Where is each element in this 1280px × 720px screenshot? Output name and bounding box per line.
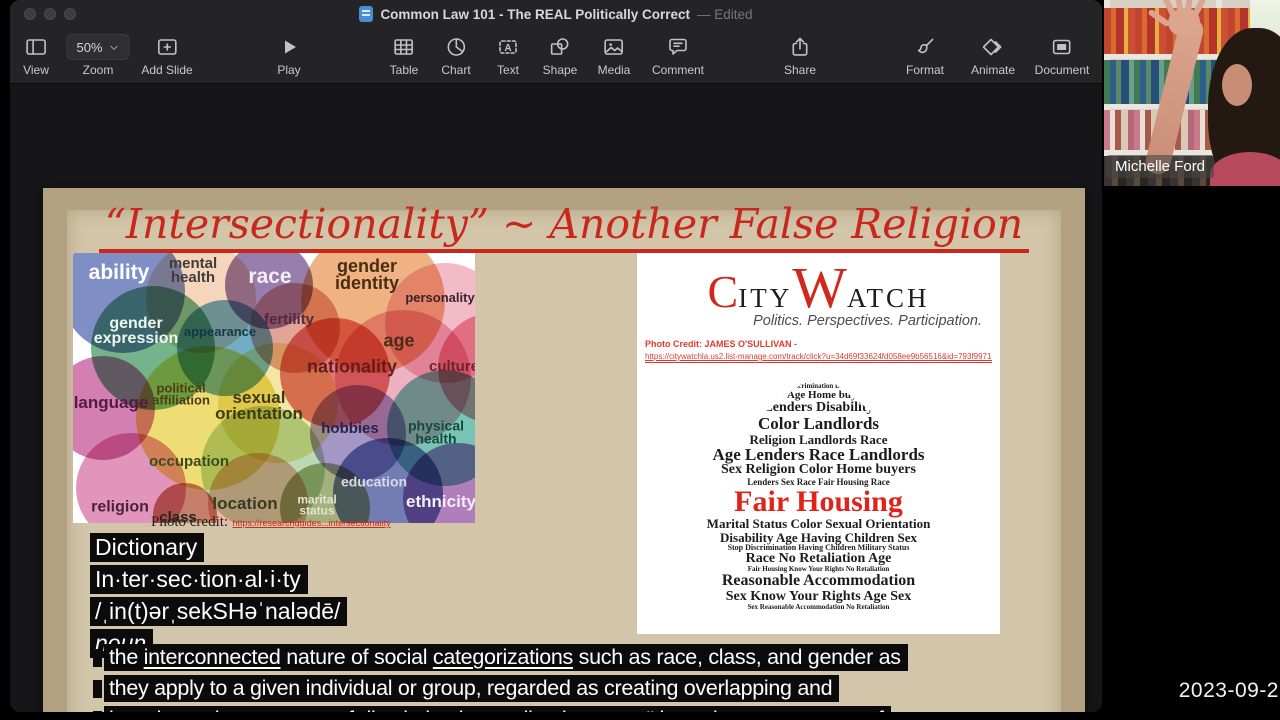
dictionary-line: /ˌin(t)ərˌsekSHəˈnalədē/ bbox=[90, 597, 348, 629]
definition-block[interactable]: the interconnected nature of social cate… bbox=[93, 643, 1083, 712]
toolbar-table[interactable]: Table bbox=[390, 34, 418, 77]
definition-line: interdependent systems of discrimination… bbox=[93, 705, 1083, 712]
wordcloud-line: Sex Religion Color Home buyers bbox=[721, 462, 916, 478]
citywatch-image[interactable]: CITYWATCH Politics. Perspectives. Partic… bbox=[637, 253, 1000, 634]
toolbar-comment[interactable]: Comment bbox=[652, 34, 704, 77]
shape-icon bbox=[548, 34, 572, 60]
wordcloud-line: Color Landlords bbox=[757, 414, 880, 434]
venn-label: location bbox=[212, 493, 278, 513]
citywatch-logo: CITYWATCH bbox=[707, 255, 930, 320]
toolbar-zoom[interactable]: 50% Zoom bbox=[66, 34, 130, 77]
participant-face bbox=[1222, 64, 1252, 106]
toolbar-format[interactable]: Format bbox=[906, 34, 944, 77]
play-icon bbox=[277, 34, 301, 60]
video-conference-panel: Michelle Ford 2023-09-2 bbox=[1104, 0, 1280, 720]
document-icon-titlebar bbox=[359, 6, 374, 22]
participant-name-label: Michelle Ford bbox=[1106, 155, 1215, 178]
dictionary-line: In·ter·sec·tion·al·i·ty bbox=[90, 565, 347, 597]
definition-line: the interconnected nature of social cate… bbox=[93, 643, 1083, 674]
wordcloud-line: Age Lenders Race Landlords bbox=[712, 445, 925, 465]
definition-line: they apply to a given individual or grou… bbox=[93, 674, 1083, 705]
venn-label: personality bbox=[405, 289, 475, 305]
edited-label: — Edited bbox=[697, 6, 753, 22]
fair-housing-wordcloud: Stop Discrimination Disability Age Age Ho… bbox=[674, 371, 963, 623]
wordcloud-line: Sex Reasonable Accommodation No Retaliat… bbox=[747, 603, 890, 612]
toolbar: View 50% Zoom Add Slide Play Table Chart A Text S… bbox=[10, 28, 1102, 84]
svg-text:A: A bbox=[504, 43, 511, 54]
venn-label: political affiliation bbox=[152, 380, 210, 408]
keynote-window: Common Law 101 - The REAL Politically Co… bbox=[10, 0, 1102, 712]
toolbar-document[interactable]: Document bbox=[1035, 34, 1089, 77]
citywatch-photo-credit: Photo Credit: JAMES O'SULLIVAN - bbox=[645, 339, 797, 349]
wordcloud-line: Reasonable Accommodation bbox=[721, 572, 916, 590]
citywatch-credit-link[interactable]: https://citywatchla.us2.list-manage.com/… bbox=[645, 352, 992, 363]
toolbar-text[interactable]: A Text bbox=[496, 34, 520, 77]
toolbar-share[interactable]: Share bbox=[784, 34, 816, 77]
view-icon bbox=[24, 34, 48, 60]
venn-label: sexual orientation bbox=[215, 387, 303, 423]
table-icon bbox=[392, 34, 416, 60]
venn-label: nationality bbox=[306, 356, 398, 377]
wordcloud-line: Lenders Disability bbox=[763, 400, 874, 416]
venn-label: ability bbox=[88, 261, 150, 285]
venn-photo-credit: Photo credit: https://researchguides...i… bbox=[151, 514, 391, 530]
animate-icon bbox=[981, 34, 1005, 60]
toolbar-animate[interactable]: Animate bbox=[971, 34, 1015, 77]
dictionary-line: Dictionary bbox=[90, 533, 347, 565]
venn-label: religion bbox=[91, 498, 149, 516]
comment-icon bbox=[666, 34, 690, 60]
screen: Common Law 101 - The REAL Politically Co… bbox=[0, 0, 1280, 720]
media-icon bbox=[602, 34, 626, 60]
venn-label: culture bbox=[428, 357, 475, 375]
chart-icon bbox=[444, 34, 468, 60]
venn-label: occupation bbox=[148, 452, 230, 470]
toolbar-play[interactable]: Play bbox=[277, 34, 301, 77]
dictionary-block[interactable]: Dictionary In·ter·sec·tion·al·i·ty/ˌin(t)… bbox=[90, 533, 348, 661]
document-icon bbox=[1050, 34, 1074, 60]
venn-label: physical health bbox=[407, 417, 465, 447]
wordcloud-line: Fair Housing bbox=[734, 484, 903, 518]
toolbar-chart[interactable]: Chart bbox=[441, 34, 471, 77]
wordcloud-line: Sex Know Your Rights Age Sex bbox=[725, 588, 912, 604]
venn-label: language bbox=[73, 392, 149, 412]
wordcloud-line: Race No Retaliation Age bbox=[745, 551, 892, 567]
venn-label: appearance bbox=[183, 323, 257, 339]
venn-label: age bbox=[383, 330, 415, 351]
format-icon bbox=[913, 34, 937, 60]
venn-label: gender identity bbox=[334, 255, 400, 293]
add-slide-icon bbox=[155, 34, 179, 60]
slide-canvas: “Intersectionality” ~ Another False Reli… bbox=[10, 85, 1102, 712]
venn-label: mental health bbox=[168, 254, 218, 286]
title-bar: Common Law 101 - The REAL Politically Co… bbox=[10, 0, 1102, 28]
share-icon bbox=[788, 34, 812, 60]
wordcloud-line: Religion Landlords Race bbox=[749, 431, 888, 447]
intersectionality-venn-image[interactable]: ability mental health race gender identity p… bbox=[73, 253, 475, 523]
venn-label: fertility bbox=[263, 310, 315, 328]
venn-label: race bbox=[248, 265, 292, 289]
venn-label: ethnicity bbox=[406, 491, 475, 511]
chevron-down-icon bbox=[110, 45, 118, 50]
window-title: Common Law 101 - The REAL Politically Co… bbox=[380, 6, 691, 22]
citywatch-tagline: Politics. Perspectives. Participation. bbox=[753, 313, 982, 329]
venn-label: gender expression bbox=[93, 314, 179, 347]
slide[interactable]: “Intersectionality” ~ Another False Reli… bbox=[43, 188, 1085, 712]
wordcloud-line: Disability Age Having Children Sex bbox=[720, 529, 917, 545]
text-icon: A bbox=[496, 34, 520, 60]
venn-credit-link[interactable]: https://researchguides...intersectionali… bbox=[233, 518, 391, 528]
wordcloud-line: Marital Status Color Sexual Orientation bbox=[706, 516, 931, 532]
participant-video[interactable]: Michelle Ford bbox=[1104, 0, 1280, 186]
toolbar-view[interactable]: View bbox=[23, 34, 49, 77]
toolbar-shape[interactable]: Shape bbox=[543, 34, 577, 77]
toolbar-media[interactable]: Media bbox=[598, 34, 630, 77]
venn-label: education bbox=[340, 473, 408, 490]
zoom-level-button[interactable]: 50% bbox=[66, 34, 130, 60]
venn-label: hobbies bbox=[321, 419, 379, 437]
slide-title[interactable]: “Intersectionality” ~ Another False Reli… bbox=[43, 200, 1085, 253]
date-overlay: 2023-09-2 bbox=[1178, 679, 1279, 702]
toolbar-add-slide[interactable]: Add Slide bbox=[141, 34, 193, 77]
